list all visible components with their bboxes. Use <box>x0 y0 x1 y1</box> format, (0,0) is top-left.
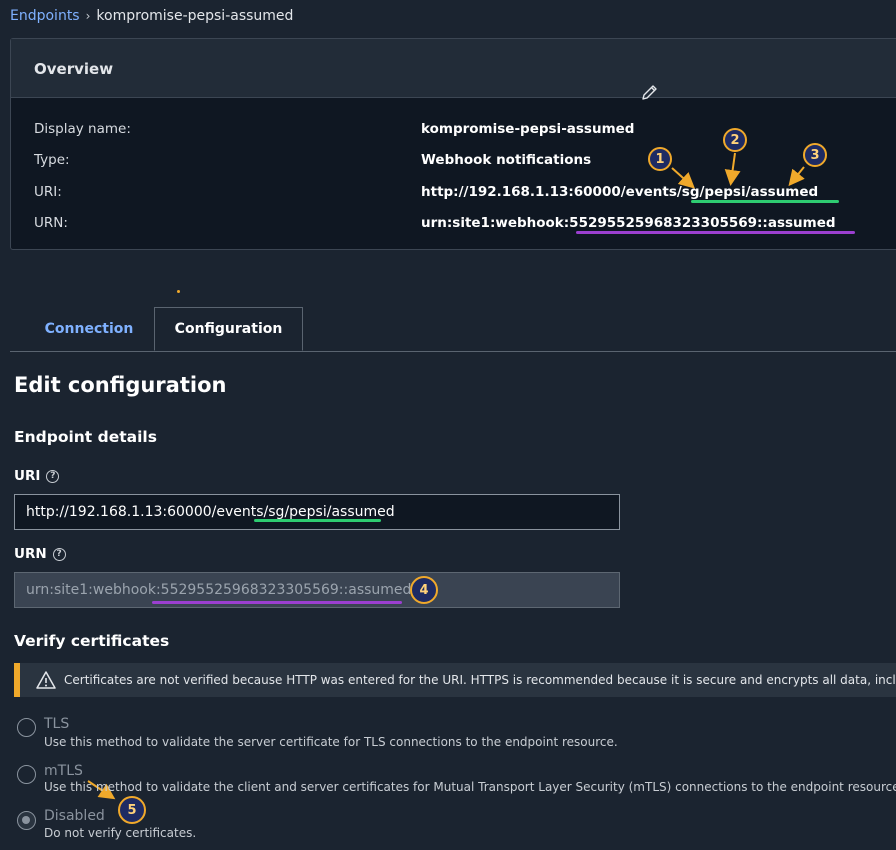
radio-disabled-description: Do not verify certificates. <box>44 826 197 840</box>
endpoint-details-heading: Endpoint details <box>14 428 157 446</box>
annotation-marker-4: 4 <box>410 576 438 604</box>
annotation-marker-3: 3 <box>803 143 827 167</box>
http-warning-text: Certificates are not verified because HT… <box>64 673 896 687</box>
urn-input-highlight <box>152 601 402 604</box>
radio-tls[interactable] <box>17 718 36 737</box>
radio-mtls-description: Use this method to validate the client a… <box>44 780 896 794</box>
annotation-dot <box>177 290 180 293</box>
tab-connection[interactable]: Connection <box>30 307 148 350</box>
urn-field-label: URN ? <box>14 546 66 562</box>
help-icon[interactable]: ? <box>52 547 66 561</box>
uri-input-highlight <box>254 519 381 522</box>
radio-disabled-label: Disabled <box>44 808 105 824</box>
uri-input[interactable]: http://192.168.1.13:60000/events/sg/peps… <box>14 494 620 530</box>
help-icon[interactable]: ? <box>46 469 60 483</box>
http-warning-alert: Certificates are not verified because HT… <box>14 663 896 697</box>
uri-field-label: URI ? <box>14 468 60 484</box>
warning-icon <box>36 671 56 689</box>
radio-disabled[interactable] <box>17 811 36 830</box>
annotation-marker-2: 2 <box>723 128 747 152</box>
tab-bar: Connection Configuration <box>10 307 896 352</box>
urn-field-label-text: URN <box>14 546 47 562</box>
annotation-marker-5: 5 <box>118 796 146 824</box>
uri-field-label-text: URI <box>14 468 41 484</box>
tab-configuration[interactable]: Configuration <box>154 307 303 351</box>
radio-mtls[interactable] <box>17 765 36 784</box>
radio-tls-description: Use this method to validate the server c… <box>44 735 618 749</box>
verify-certificates-heading: Verify certificates <box>14 632 170 650</box>
radio-tls-label: TLS <box>44 716 70 732</box>
annotation-arrows <box>87 152 805 800</box>
page-title: Edit configuration <box>14 373 227 397</box>
annotation-marker-1: 1 <box>648 147 672 171</box>
radio-mtls-label: mTLS <box>44 763 83 779</box>
